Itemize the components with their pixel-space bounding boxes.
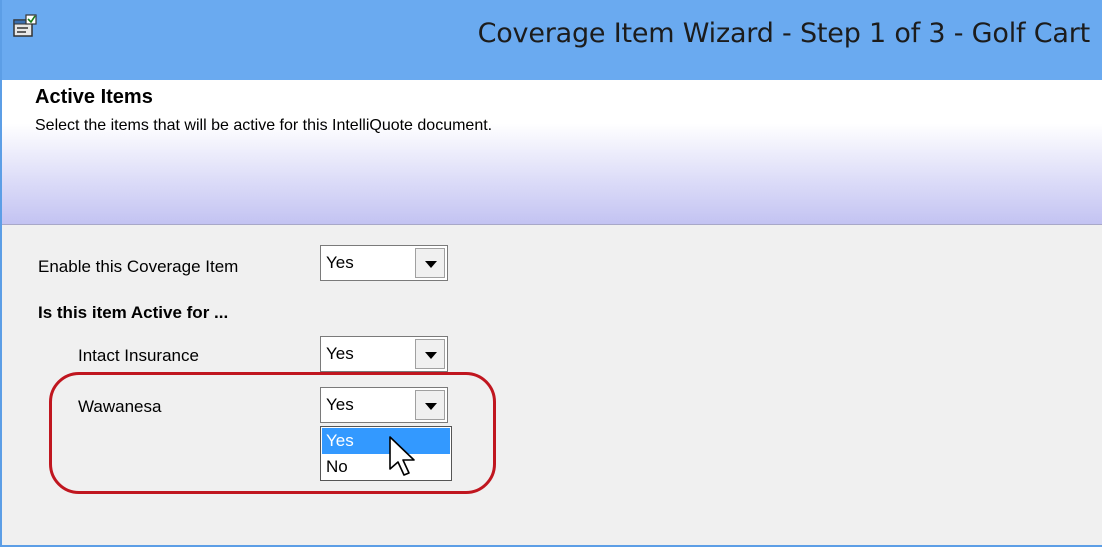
chevron-down-icon[interactable] — [415, 390, 445, 420]
enable-coverage-label: Enable this Coverage Item — [38, 257, 239, 276]
chevron-down-icon[interactable] — [415, 339, 445, 369]
properties-icon[interactable] — [12, 14, 38, 38]
page-title: Active Items — [35, 86, 153, 108]
active-for-section-label: Is this item Active for ... — [38, 303, 229, 322]
wizard-header: Active Items Select the items that will … — [2, 80, 1102, 225]
enable-coverage-select[interactable]: Yes — [320, 245, 448, 281]
enable-coverage-value: Yes — [326, 253, 354, 272]
chevron-down-icon[interactable] — [415, 248, 445, 278]
wawanesa-dropdown-list[interactable]: Yes No — [320, 426, 452, 481]
dropdown-option-yes[interactable]: Yes — [322, 428, 450, 454]
mouse-pointer-icon — [389, 436, 415, 476]
intact-insurance-select[interactable]: Yes — [320, 336, 448, 372]
window-title: Coverage Item Wizard - Step 1 of 3 - Gol… — [477, 18, 1091, 49]
page-subtitle: Select the items that will be active for… — [35, 117, 493, 134]
wawanesa-value: Yes — [326, 395, 354, 414]
company-label-wawanesa: Wawanesa — [78, 397, 162, 416]
intact-insurance-value: Yes — [326, 344, 354, 363]
wawanesa-select[interactable]: Yes — [320, 387, 448, 423]
title-bar[interactable]: Coverage Item Wizard - Step 1 of 3 - Gol… — [2, 0, 1102, 80]
dropdown-option-no[interactable]: No — [322, 454, 450, 480]
company-label-intact: Intact Insurance — [78, 346, 199, 365]
wizard-window: Coverage Item Wizard - Step 1 of 3 - Gol… — [0, 0, 1102, 547]
